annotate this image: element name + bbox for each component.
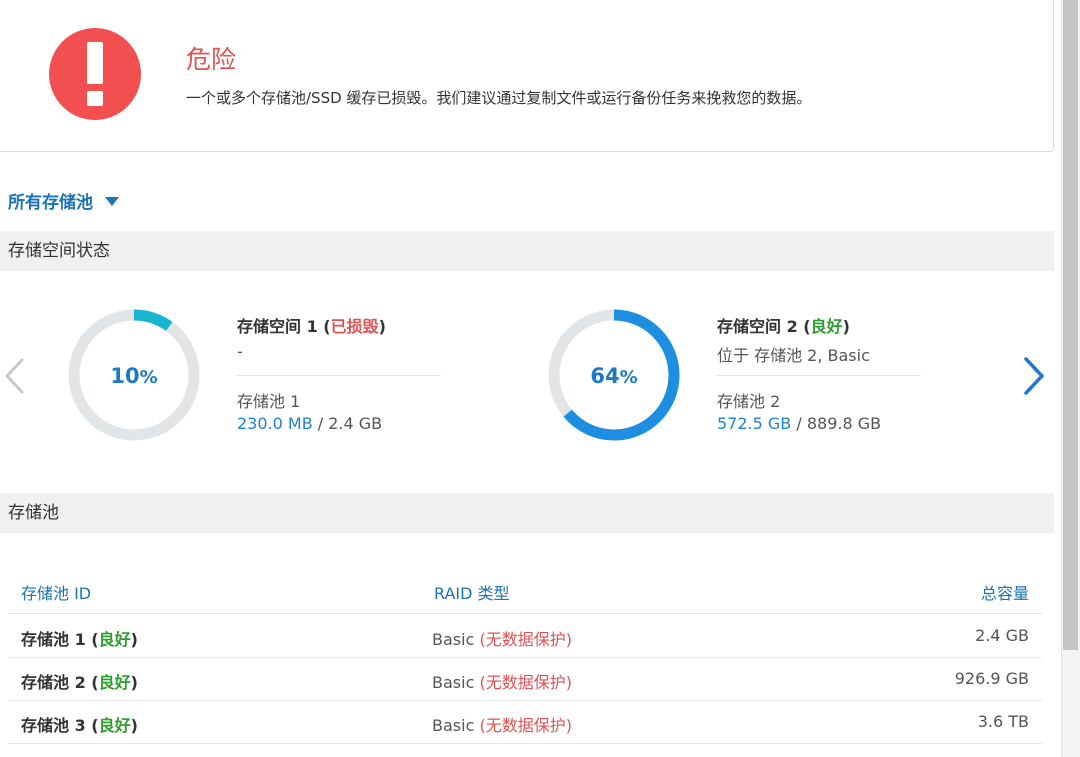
protection-warning: (无数据保护)	[479, 673, 572, 692]
chevron-right-icon	[1024, 357, 1044, 395]
volume-1-pool: 存储池 1	[237, 392, 301, 411]
capacity-cell: 2.4 GB	[975, 626, 1029, 645]
volume-1-total: 2.4 GB	[328, 414, 383, 433]
chevron-left-icon	[5, 358, 24, 394]
volume-2-location: 位于 存储池 2, Basic	[717, 346, 870, 365]
volume-2-pool: 存储池 2	[717, 392, 781, 411]
volume-2-used: 572.5 GB	[717, 414, 792, 433]
volume-2-status: 良好	[810, 317, 843, 336]
table-row[interactable]: 存储池 1 (良好) Basic (无数据保护) 2.4 GB	[8, 615, 1042, 658]
pool-name-cell: 存储池 1 (良好)	[21, 630, 138, 649]
pool-status: 良好	[98, 716, 131, 735]
volume-1-usage: 230.0 MB / 2.4 GB	[237, 414, 383, 433]
alert-message: 一个或多个存储池/SSD 缓存已损毁。我们建议通过复制文件或运行备份任务来挽救您…	[186, 89, 812, 107]
pool-status: 良好	[98, 673, 131, 692]
volume-2-title: 存储空间 2 (良好)	[717, 317, 850, 336]
carousel-next-button[interactable]	[1018, 354, 1048, 402]
pool-name-cell: 存储池 3 (良好)	[21, 716, 138, 735]
volume-1-usage-percent: 10%	[110, 364, 158, 388]
pools-table-header: 存储池 ID RAID 类型 总容量	[8, 566, 1042, 614]
exclamation-icon	[49, 28, 141, 120]
volume-2-usage-percent: 64%	[590, 364, 638, 388]
pool-name-cell: 存储池 2 (良好)	[21, 673, 138, 692]
section-header-volume-status: 存储空间状态	[0, 231, 1054, 271]
raid-type-cell: Basic (无数据保护)	[432, 673, 572, 692]
volume-1-status: 已损毁	[330, 317, 379, 336]
volume-1-title: 存储空间 1 (已损毁)	[237, 317, 386, 336]
table-row[interactable]: 存储池 2 (良好) Basic (无数据保护) 926.9 GB	[8, 658, 1042, 701]
capacity-cell: 926.9 GB	[954, 669, 1029, 688]
protection-warning: (无数据保护)	[479, 630, 572, 649]
caret-down-icon	[105, 197, 119, 206]
danger-alert-card: 危险 一个或多个存储池/SSD 缓存已损毁。我们建议通过复制文件或运行备份任务来…	[0, 0, 1054, 152]
alert-title: 危险	[186, 45, 237, 74]
volume-1-location: -	[237, 342, 243, 361]
capacity-cell: 3.6 TB	[977, 712, 1029, 731]
storage-manager-overview: 危险 一个或多个存储池/SSD 缓存已损毁。我们建议通过复制文件或运行备份任务来…	[0, 0, 1080, 757]
pool-status: 良好	[98, 630, 131, 649]
raid-type-cell: Basic (无数据保护)	[432, 630, 572, 649]
pool-filter-label: 所有存储池	[8, 193, 93, 213]
volume-2-divider	[717, 375, 921, 376]
column-header-raid-type[interactable]: RAID 类型	[434, 580, 510, 604]
section-header-pools: 存储池	[0, 493, 1054, 533]
column-header-total-capacity[interactable]: 总容量	[981, 580, 1029, 604]
pool-filter-dropdown[interactable]: 所有存储池	[8, 188, 119, 213]
scrollbar-thumb[interactable]	[1063, 0, 1078, 650]
raid-type-cell: Basic (无数据保护)	[432, 716, 572, 735]
column-header-pool-id[interactable]: 存储池 ID	[21, 580, 91, 604]
volume-2-usage: 572.5 GB / 889.8 GB	[717, 414, 882, 433]
carousel-prev-button[interactable]	[2, 356, 26, 400]
volume-2-total: 889.8 GB	[806, 414, 882, 433]
volume-1-used: 230.0 MB	[237, 414, 313, 433]
volume-1-divider	[237, 375, 441, 376]
table-row[interactable]: 存储池 3 (良好) Basic (无数据保护) 3.6 TB	[8, 701, 1042, 744]
protection-warning: (无数据保护)	[479, 716, 572, 735]
